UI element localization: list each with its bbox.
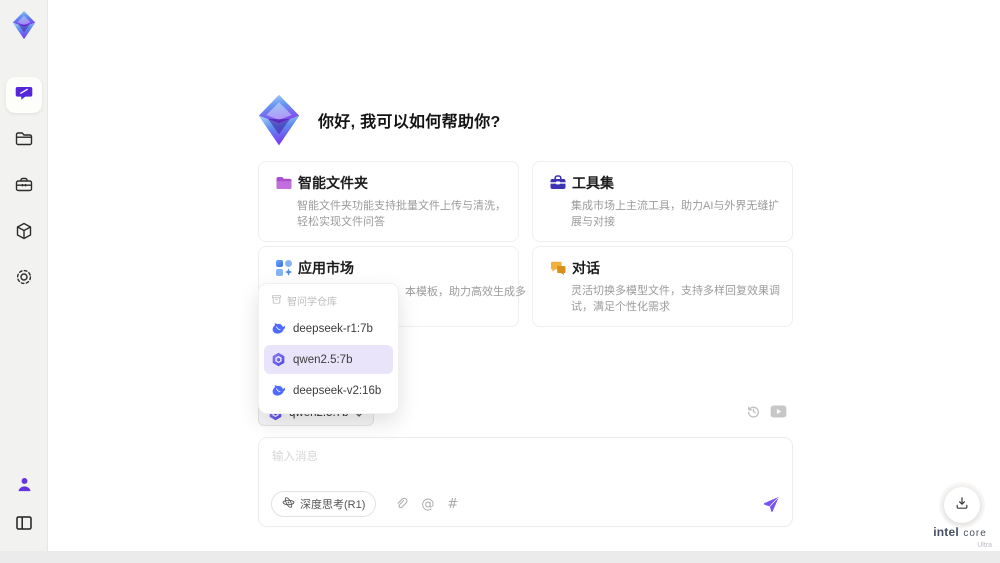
deepseek-icon <box>271 383 286 398</box>
at-icon[interactable]: @ <box>421 498 434 511</box>
card-smart-folder[interactable]: 智能文件夹 智能文件夹功能支持批量文件上传与清洗，轻松实现文件问答 <box>258 161 519 242</box>
intel-core-text: core <box>963 528 987 539</box>
bottom-strip <box>0 551 1000 563</box>
greeting: 你好, 我可以如何帮助你? <box>252 93 501 147</box>
model-dropdown: 智问学仓库 deepseek-r1:7b qwen2.5:7b deepseek… <box>258 283 399 414</box>
sidebar-item-panel[interactable] <box>6 507 42 543</box>
toolbox-indigo-icon <box>549 174 567 192</box>
sidebar <box>0 0 48 551</box>
card-description: 灵活切换多模型文件，支持多样回复效果调试，满足个性化需求 <box>571 285 780 313</box>
download-icon <box>954 495 970 516</box>
qwen-icon <box>271 352 286 367</box>
chat-bubble-icon <box>14 83 34 108</box>
model-option-label: qwen2.5:7b <box>293 353 353 366</box>
greeting-title: 你好, 我可以如何帮助你? <box>318 114 501 131</box>
card-description: 集成市场上主流工具，助力AI与外界无缝扩展与对接 <box>571 200 780 228</box>
composer: 深度思考(R1) @ # <box>258 437 793 527</box>
apps-market-icon <box>275 259 293 277</box>
sidebar-item-chat[interactable] <box>5 77 42 113</box>
card-description: 智能文件夹功能支持批量文件上传与清洗，轻松实现文件问答 <box>297 200 506 228</box>
sidebar-item-models[interactable] <box>6 215 42 251</box>
paperclip-icon[interactable] <box>394 497 408 511</box>
message-input[interactable] <box>272 448 777 488</box>
composer-toolbar: 深度思考(R1) @ # <box>271 491 780 517</box>
model-dropdown-header-label: 智问学仓库 <box>287 297 337 308</box>
gear-icon <box>14 267 34 292</box>
conversation-actions <box>746 404 787 419</box>
intel-logo-text: intel <box>933 525 959 539</box>
sidebar-panel-icon <box>14 513 34 538</box>
card-description-partial: 本模板，助力高效生成多 <box>405 286 526 298</box>
sidebar-item-settings[interactable] <box>6 261 42 297</box>
deep-think-label: 深度思考(R1) <box>300 499 366 511</box>
download-button[interactable] <box>944 487 980 523</box>
chat-amber-icon <box>549 259 567 277</box>
intel-core-logo: intel core Ultra <box>922 523 998 549</box>
app-window: 你好, 我可以如何帮助你? 智能文件夹 智能文件夹功能支持批量文件上传与清洗，轻… <box>0 0 1000 563</box>
history-icon[interactable] <box>746 404 761 419</box>
intel-ultra-text: Ultra <box>977 541 992 549</box>
card-title: 工具集 <box>572 175 614 191</box>
hash-icon[interactable]: # <box>447 498 458 511</box>
folder-purple-icon <box>275 174 293 192</box>
sidebar-item-toolbox[interactable] <box>6 169 42 205</box>
card-title: 对话 <box>572 260 600 276</box>
sidebar-item-folders[interactable] <box>6 123 42 159</box>
deepseek-icon <box>271 321 286 336</box>
sidebar-item-account[interactable] <box>6 469 42 505</box>
sidebar-bottom <box>0 469 48 543</box>
app-logo-icon <box>7 8 41 42</box>
model-dropdown-header: 智问学仓库 <box>264 290 393 314</box>
model-option-deepseek-r1[interactable]: deepseek-r1:7b <box>264 314 393 343</box>
composer-icons: @ # <box>394 497 458 511</box>
video-icon[interactable] <box>770 405 787 418</box>
sidebar-nav <box>5 77 42 297</box>
atom-icon <box>282 496 295 512</box>
card-dialogue[interactable]: 对话 灵活切换多模型文件，支持多样回复效果调试，满足个性化需求 <box>532 246 793 327</box>
folder-icon <box>14 129 34 154</box>
deep-think-toggle[interactable]: 深度思考(R1) <box>271 491 377 517</box>
card-title: 应用市场 <box>298 260 354 276</box>
card-title: 智能文件夹 <box>298 175 368 191</box>
repo-box-icon <box>271 294 282 308</box>
model-option-deepseek-v2[interactable]: deepseek-v2:16b <box>264 376 393 405</box>
send-icon[interactable] <box>762 495 780 513</box>
assistant-logo-icon <box>252 93 306 147</box>
model-option-label: deepseek-v2:16b <box>293 384 382 397</box>
cube-icon <box>14 221 34 246</box>
user-icon <box>15 475 34 499</box>
briefcase-icon <box>14 175 34 200</box>
model-option-label: deepseek-r1:7b <box>293 322 373 335</box>
card-toolset[interactable]: 工具集 集成市场上主流工具，助力AI与外界无缝扩展与对接 <box>532 161 793 242</box>
model-option-qwen[interactable]: qwen2.5:7b <box>264 345 393 374</box>
